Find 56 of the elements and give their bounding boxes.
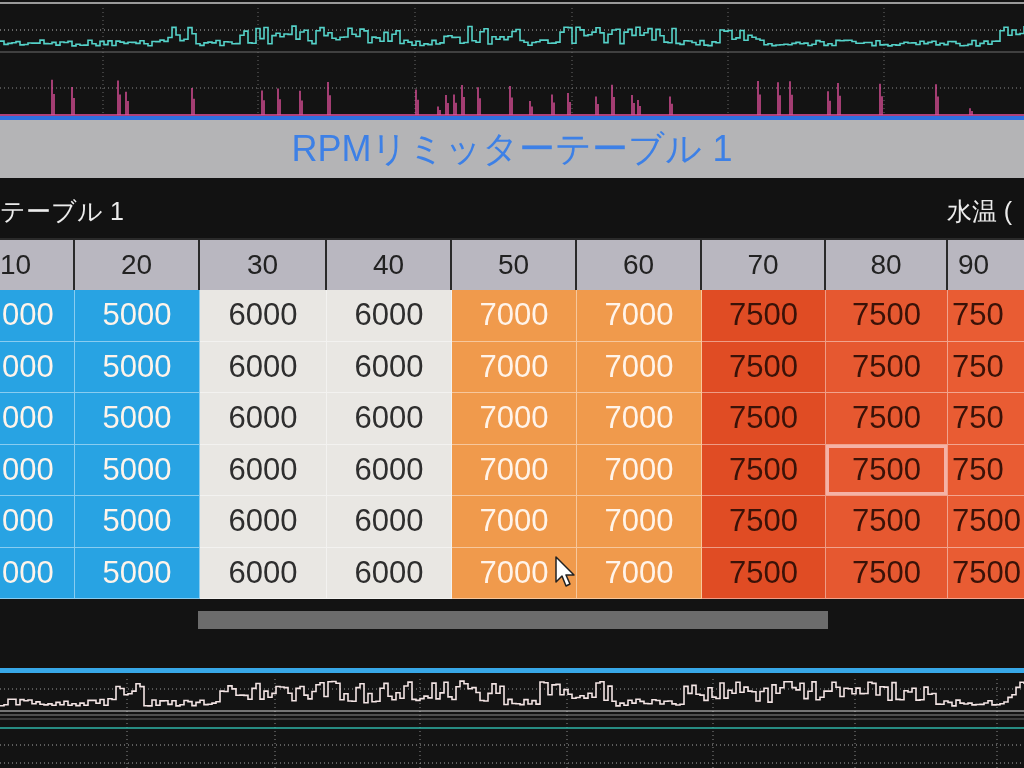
column-header: 10 (0, 238, 75, 290)
table-cell[interactable]: 7500 (702, 444, 826, 496)
table-cell[interactable]: 6000 (200, 393, 327, 445)
column-header: 70 (702, 238, 826, 290)
table-cell[interactable]: 6000 (200, 547, 327, 599)
table-cell[interactable]: 7500 (826, 547, 948, 599)
table-cell[interactable]: 6000 (327, 547, 452, 599)
column-header: 30 (200, 238, 327, 290)
table-cell[interactable]: 5000 (75, 444, 200, 496)
table-cell[interactable]: 7500 (702, 393, 826, 445)
table-cell[interactable]: 000 (0, 341, 75, 393)
table-cell[interactable]: 7500 (702, 547, 826, 599)
table-cell[interactable]: 7500 (702, 341, 826, 393)
table-cell[interactable]: 000 (0, 290, 75, 342)
table-name-label: テーブル 1 (0, 196, 124, 227)
table-cell[interactable]: 000 (0, 547, 75, 599)
table-cell[interactable]: 6000 (327, 290, 452, 342)
table-cell[interactable]: 750 (948, 393, 1024, 445)
table-cell[interactable]: 6000 (200, 341, 327, 393)
table-cell[interactable]: 7500 (826, 393, 948, 445)
table-cell[interactable]: 6000 (200, 444, 327, 496)
column-header: 80 (826, 238, 948, 290)
table-cell[interactable]: 5000 (75, 547, 200, 599)
table-cell[interactable]: 7500 (826, 496, 948, 548)
table-cell[interactable]: 5000 (75, 393, 200, 445)
column-header: 90 (948, 238, 1024, 290)
table-cell[interactable]: 7500 (702, 290, 826, 342)
table-cell[interactable]: 6000 (327, 341, 452, 393)
column-header: 60 (577, 238, 702, 290)
table-cell[interactable]: 5000 (75, 496, 200, 548)
table-cell[interactable]: 750 (948, 290, 1024, 342)
table-cell[interactable]: 7500 (826, 444, 948, 496)
dialog-title: RPMリミッターテーブル 1 (291, 126, 733, 171)
column-header: 40 (327, 238, 452, 290)
table-cell[interactable]: 5000 (75, 290, 200, 342)
table-cell[interactable]: 000 (0, 444, 75, 496)
table-cell[interactable]: 000 (0, 393, 75, 445)
table-cell[interactable]: 6000 (327, 444, 452, 496)
pointer-cursor-icon (555, 556, 577, 588)
table-cell[interactable]: 6000 (327, 393, 452, 445)
table-cell[interactable]: 7500 (826, 290, 948, 342)
table-cell[interactable]: 750 (948, 444, 1024, 496)
table-cell[interactable]: 000 (0, 496, 75, 548)
table-cell[interactable]: 7500 (948, 547, 1024, 599)
column-header: 20 (75, 238, 200, 290)
table-cell[interactable]: 7500 (702, 496, 826, 548)
table-cell[interactable]: 5000 (75, 341, 200, 393)
table-cell[interactable]: 6000 (327, 496, 452, 548)
table-cell[interactable]: 6000 (200, 496, 327, 548)
table-cell[interactable]: 6000 (200, 290, 327, 342)
axis-title-label: 水温 ( (946, 196, 1012, 227)
column-header: 50 (452, 238, 577, 290)
horizontal-scrollbar[interactable] (198, 611, 828, 629)
table-cell[interactable]: 7500 (826, 341, 948, 393)
table-cell[interactable]: 750 (948, 341, 1024, 393)
table-cell[interactable]: 7500 (948, 496, 1024, 548)
